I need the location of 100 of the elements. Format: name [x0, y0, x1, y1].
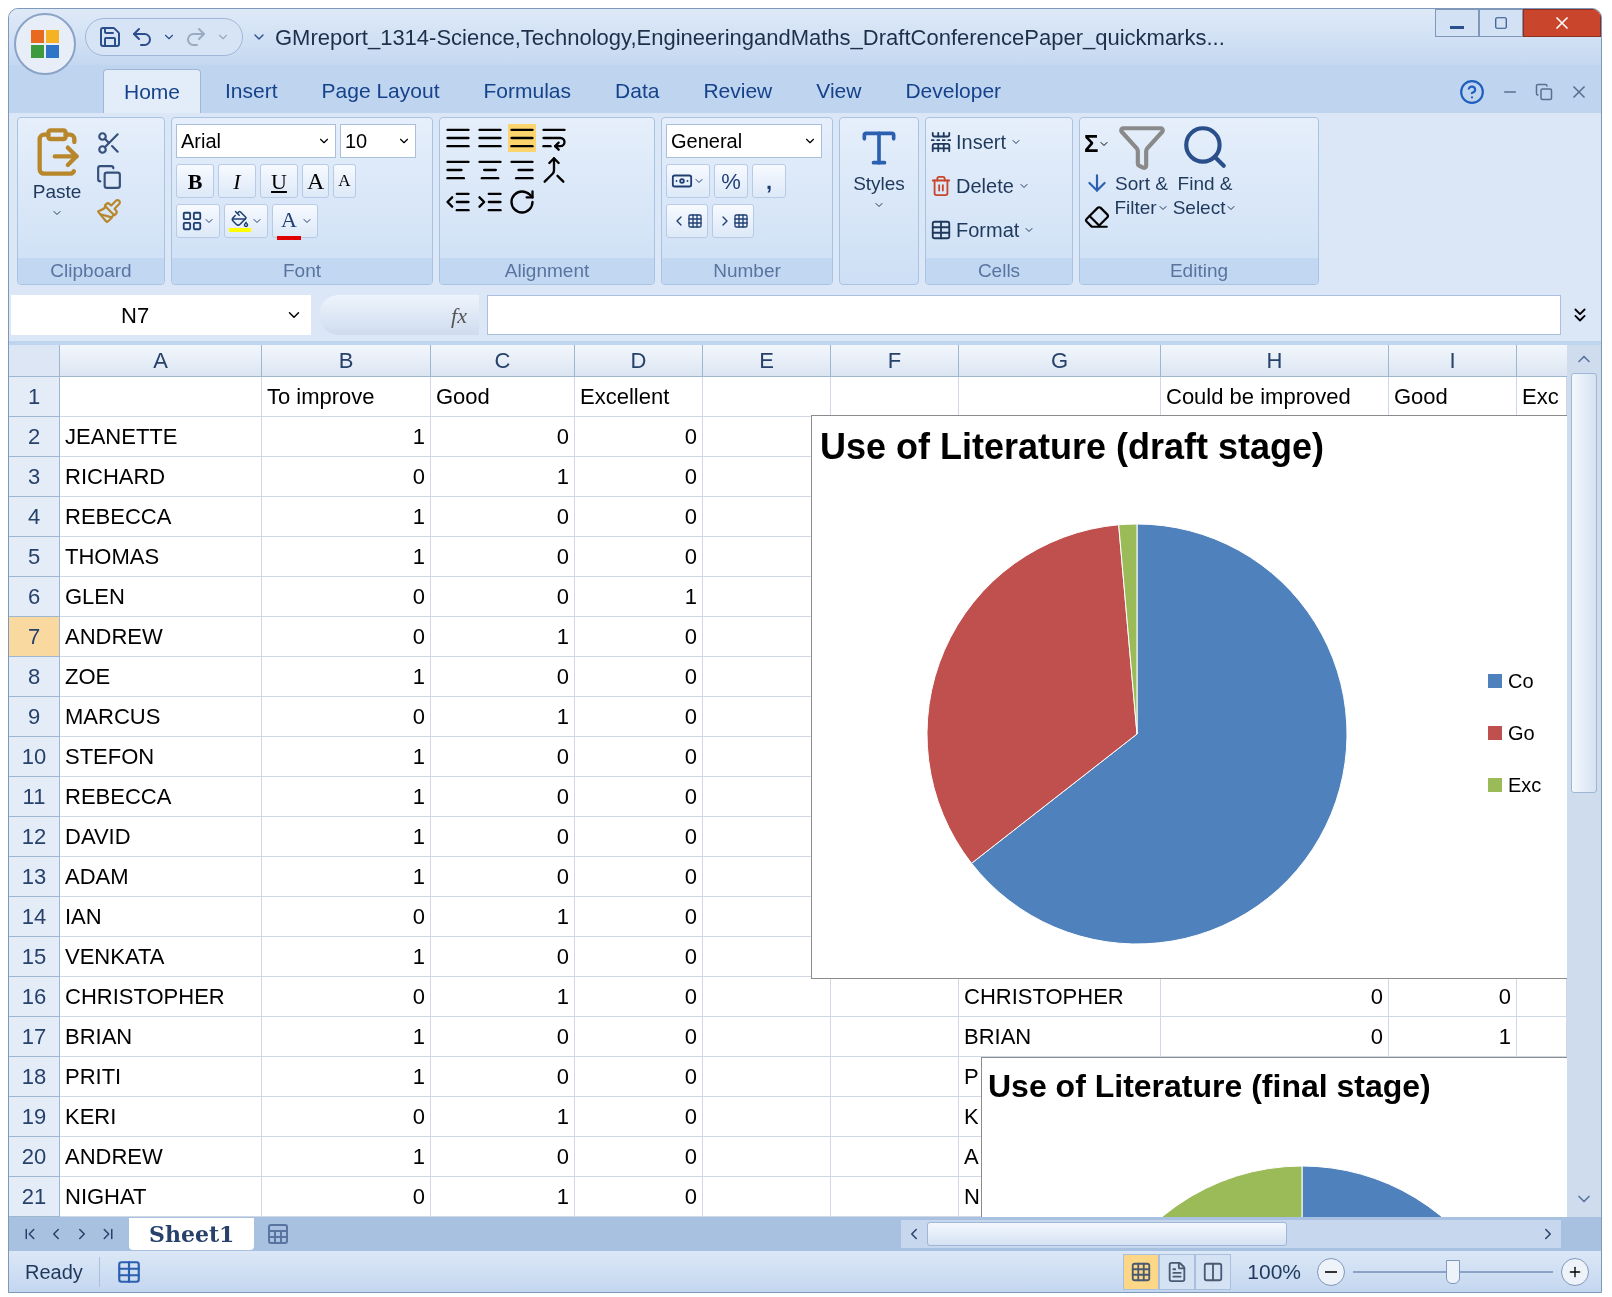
table-cell: MARCUS: [60, 697, 262, 737]
ribbon-tab[interactable]: Review: [683, 69, 793, 113]
ribbon-tab[interactable]: View: [796, 69, 882, 113]
maximize-button[interactable]: [1479, 9, 1523, 37]
row-header[interactable]: 15: [9, 937, 60, 977]
cells-button[interactable]: Format: [930, 210, 1036, 250]
chart-title: Use of Literature (draft stage): [819, 425, 1326, 469]
bottom-align-icon[interactable]: [508, 124, 536, 152]
row-header[interactable]: 20: [9, 1137, 60, 1177]
row-header[interactable]: 17: [9, 1017, 60, 1057]
view-button[interactable]: [1195, 1253, 1232, 1290]
view-button[interactable]: [1159, 1253, 1196, 1290]
ribbon-tab[interactable]: Home: [103, 69, 202, 113]
row-header[interactable]: 7: [9, 617, 60, 657]
row-header[interactable]: 5: [9, 537, 60, 577]
save-icon[interactable]: [98, 25, 122, 49]
font-size-field[interactable]: 10: [340, 124, 416, 158]
name-box[interactable]: N7: [11, 295, 311, 335]
copy-icon[interactable]: [96, 164, 122, 190]
zoom-in-button[interactable]: [1561, 1257, 1589, 1286]
row-header[interactable]: 8: [9, 657, 60, 697]
shrink-font-button[interactable]: A: [333, 164, 356, 198]
column-header[interactable]: G: [959, 345, 1161, 377]
font-style-button[interactable]: I: [218, 164, 256, 198]
horizontal-scrollbar[interactable]: [901, 1220, 1561, 1248]
table-cell: 0: [575, 857, 703, 897]
row-header[interactable]: 1: [9, 377, 60, 417]
percent-button[interactable]: %: [714, 164, 748, 198]
ribbon-tab[interactable]: Developer: [885, 69, 1022, 113]
row-header[interactable]: 19: [9, 1097, 60, 1137]
number-format-field[interactable]: General: [666, 124, 822, 158]
cut-icon[interactable]: [96, 130, 122, 156]
orientation-icon[interactable]: [508, 188, 536, 216]
column-header[interactable]: I: [1389, 345, 1517, 377]
zoom-slider-thumb[interactable]: [1446, 1259, 1460, 1284]
autosum-button[interactable]: Σ: [1084, 126, 1111, 162]
sort-filter-button[interactable]: Sort & Filter: [1114, 122, 1169, 220]
function-label[interactable]: fx: [451, 298, 467, 332]
grow-font-button[interactable]: A: [302, 164, 330, 198]
column-header[interactable]: F: [831, 345, 959, 377]
ribbon-tab[interactable]: Data: [595, 69, 680, 113]
table-cell: 0: [575, 1017, 703, 1057]
row-header[interactable]: 21: [9, 1177, 60, 1217]
undo-icon[interactable]: [130, 25, 154, 49]
table-cell: 0: [575, 1097, 703, 1137]
currency-button[interactable]: [666, 164, 710, 198]
table-cell: 0: [431, 537, 575, 577]
font-name-field[interactable]: Arial: [176, 124, 336, 158]
sheet-tab[interactable]: Sheet1: [129, 1218, 255, 1250]
column-header[interactable]: A: [60, 345, 262, 377]
restore-icon[interactable]: [1535, 83, 1553, 101]
borders-button[interactable]: [176, 204, 220, 238]
table-cell: 1: [431, 697, 575, 737]
row-header[interactable]: 10: [9, 737, 60, 777]
fill-color-button[interactable]: [224, 204, 268, 238]
ribbon-tab[interactable]: Page Layout: [301, 69, 460, 113]
find-select-button[interactable]: Find & Select: [1172, 122, 1238, 220]
scroll-thumb[interactable]: [927, 1222, 1287, 1246]
cells-button[interactable]: Insert: [930, 122, 1036, 162]
row-header[interactable]: 9: [9, 697, 60, 737]
font-style-button[interactable]: B: [176, 164, 214, 198]
row-header[interactable]: 11: [9, 777, 60, 817]
row-header[interactable]: 3: [9, 457, 60, 497]
row-header[interactable]: 18: [9, 1057, 60, 1097]
font-style-button[interactable]: U: [260, 164, 298, 198]
vertical-scrollbar[interactable]: [1567, 345, 1601, 1217]
cells-button[interactable]: Delete: [930, 166, 1036, 206]
row-header[interactable]: 12: [9, 817, 60, 857]
column-header[interactable]: C: [431, 345, 575, 377]
ribbon-tab[interactable]: Formulas: [463, 69, 592, 113]
increase-decimal-button[interactable]: [666, 204, 708, 238]
minimize-button[interactable]: [1435, 9, 1479, 37]
help-icon[interactable]: [1459, 79, 1485, 105]
row-header[interactable]: 2: [9, 417, 60, 457]
scroll-thumb[interactable]: [1571, 373, 1597, 793]
office-logo-icon[interactable]: [13, 12, 77, 76]
styles-button[interactable]: Styles: [844, 122, 914, 211]
table-cell: 1: [262, 657, 431, 697]
row-header[interactable]: 4: [9, 497, 60, 537]
close-button[interactable]: [1523, 9, 1601, 37]
column-header[interactable]: B: [262, 345, 431, 377]
zoom-out-button[interactable]: [1317, 1257, 1345, 1286]
comma-button[interactable]: ,: [752, 164, 786, 198]
ribbon-tab[interactable]: Insert: [205, 69, 298, 113]
row-header[interactable]: 6: [9, 577, 60, 617]
row-header[interactable]: 13: [9, 857, 60, 897]
view-button[interactable]: [1123, 1253, 1160, 1290]
table-cell: 0: [262, 577, 431, 617]
zoom-slider-track[interactable]: [1353, 1258, 1553, 1285]
decrease-decimal-button[interactable]: [712, 204, 754, 238]
column-header[interactable]: H: [1161, 345, 1389, 377]
font-color-button[interactable]: A: [272, 204, 318, 238]
column-header[interactable]: E: [703, 345, 831, 377]
paste-button[interactable]: Paste: [22, 122, 92, 219]
eraser-icon[interactable]: [1084, 204, 1110, 230]
format-painter-icon[interactable]: [96, 198, 122, 224]
formula-input[interactable]: [487, 295, 1561, 335]
row-header[interactable]: 16: [9, 977, 60, 1017]
column-header[interactable]: D: [575, 345, 703, 377]
row-header[interactable]: 14: [9, 897, 60, 937]
